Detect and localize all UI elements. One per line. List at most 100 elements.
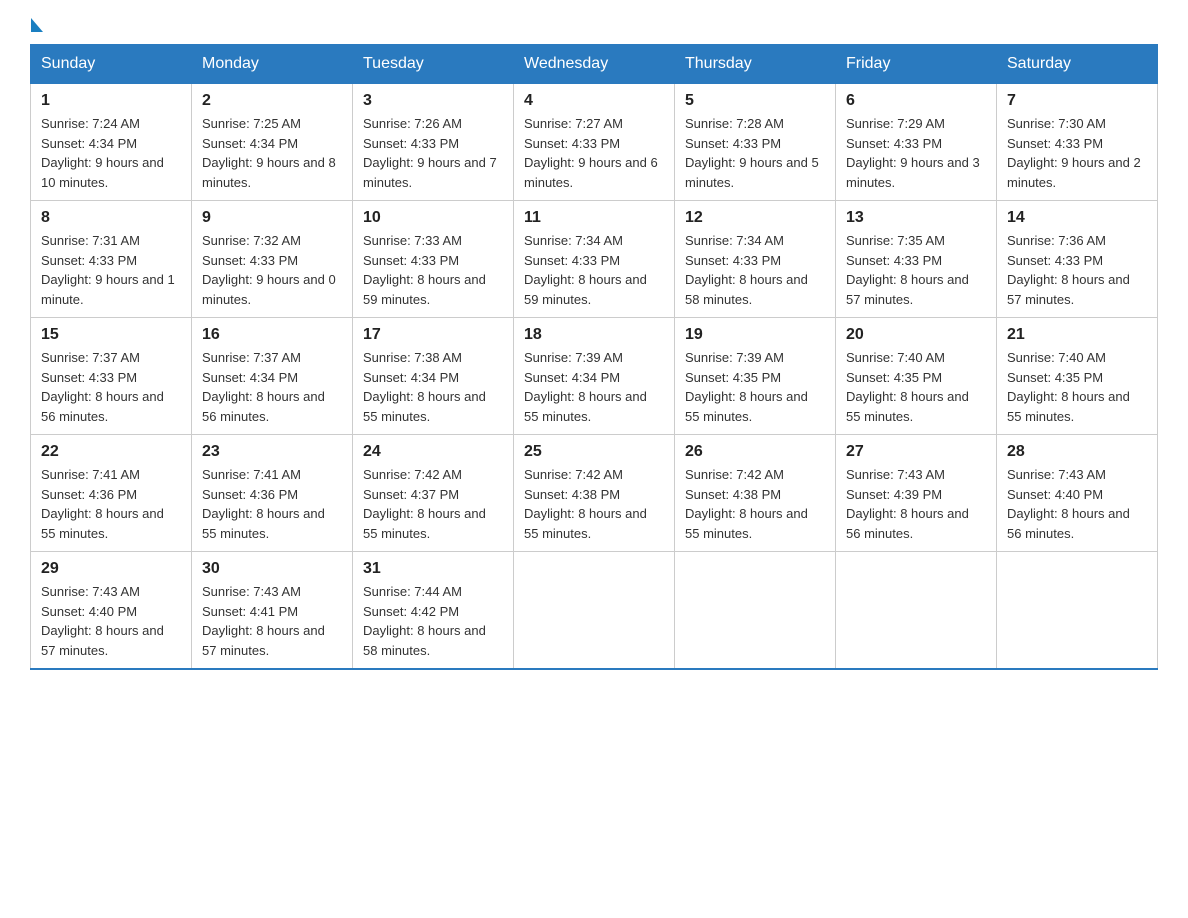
day-info: Sunrise: 7:44 AM Sunset: 4:42 PM Dayligh…: [363, 582, 503, 660]
calendar-cell: 19 Sunrise: 7:39 AM Sunset: 4:35 PM Dayl…: [675, 318, 836, 435]
day-number: 1: [41, 92, 181, 110]
calendar-week-row: 8 Sunrise: 7:31 AM Sunset: 4:33 PM Dayli…: [31, 201, 1158, 318]
column-header-saturday: Saturday: [997, 45, 1158, 84]
calendar-cell: 10 Sunrise: 7:33 AM Sunset: 4:33 PM Dayl…: [353, 201, 514, 318]
page-header: [30, 20, 1158, 34]
day-number: 17: [363, 326, 503, 344]
day-info: Sunrise: 7:24 AM Sunset: 4:34 PM Dayligh…: [41, 114, 181, 192]
calendar-cell: 13 Sunrise: 7:35 AM Sunset: 4:33 PM Dayl…: [836, 201, 997, 318]
day-info: Sunrise: 7:40 AM Sunset: 4:35 PM Dayligh…: [1007, 348, 1147, 426]
day-info: Sunrise: 7:42 AM Sunset: 4:37 PM Dayligh…: [363, 465, 503, 543]
calendar-cell: 16 Sunrise: 7:37 AM Sunset: 4:34 PM Dayl…: [192, 318, 353, 435]
column-header-wednesday: Wednesday: [514, 45, 675, 84]
day-info: Sunrise: 7:27 AM Sunset: 4:33 PM Dayligh…: [524, 114, 664, 192]
day-number: 28: [1007, 443, 1147, 461]
calendar-cell: 11 Sunrise: 7:34 AM Sunset: 4:33 PM Dayl…: [514, 201, 675, 318]
day-number: 25: [524, 443, 664, 461]
calendar-cell: 22 Sunrise: 7:41 AM Sunset: 4:36 PM Dayl…: [31, 435, 192, 552]
calendar-cell: 8 Sunrise: 7:31 AM Sunset: 4:33 PM Dayli…: [31, 201, 192, 318]
calendar-cell: 12 Sunrise: 7:34 AM Sunset: 4:33 PM Dayl…: [675, 201, 836, 318]
calendar-cell: [675, 552, 836, 670]
day-number: 22: [41, 443, 181, 461]
day-number: 20: [846, 326, 986, 344]
calendar-cell: 1 Sunrise: 7:24 AM Sunset: 4:34 PM Dayli…: [31, 84, 192, 201]
day-info: Sunrise: 7:35 AM Sunset: 4:33 PM Dayligh…: [846, 231, 986, 309]
day-info: Sunrise: 7:38 AM Sunset: 4:34 PM Dayligh…: [363, 348, 503, 426]
day-number: 21: [1007, 326, 1147, 344]
calendar-cell: 9 Sunrise: 7:32 AM Sunset: 4:33 PM Dayli…: [192, 201, 353, 318]
day-number: 3: [363, 92, 503, 110]
day-info: Sunrise: 7:37 AM Sunset: 4:34 PM Dayligh…: [202, 348, 342, 426]
calendar-cell: [836, 552, 997, 670]
day-number: 14: [1007, 209, 1147, 227]
day-info: Sunrise: 7:41 AM Sunset: 4:36 PM Dayligh…: [41, 465, 181, 543]
calendar-week-row: 1 Sunrise: 7:24 AM Sunset: 4:34 PM Dayli…: [31, 84, 1158, 201]
day-number: 5: [685, 92, 825, 110]
calendar-cell: [997, 552, 1158, 670]
calendar-cell: 29 Sunrise: 7:43 AM Sunset: 4:40 PM Dayl…: [31, 552, 192, 670]
calendar-cell: [514, 552, 675, 670]
day-number: 19: [685, 326, 825, 344]
day-number: 11: [524, 209, 664, 227]
column-header-friday: Friday: [836, 45, 997, 84]
day-number: 27: [846, 443, 986, 461]
calendar-cell: 30 Sunrise: 7:43 AM Sunset: 4:41 PM Dayl…: [192, 552, 353, 670]
calendar-week-row: 15 Sunrise: 7:37 AM Sunset: 4:33 PM Dayl…: [31, 318, 1158, 435]
day-info: Sunrise: 7:42 AM Sunset: 4:38 PM Dayligh…: [524, 465, 664, 543]
day-number: 31: [363, 560, 503, 578]
calendar-week-row: 22 Sunrise: 7:41 AM Sunset: 4:36 PM Dayl…: [31, 435, 1158, 552]
column-header-sunday: Sunday: [31, 45, 192, 84]
day-number: 29: [41, 560, 181, 578]
calendar-cell: 7 Sunrise: 7:30 AM Sunset: 4:33 PM Dayli…: [997, 84, 1158, 201]
day-info: Sunrise: 7:29 AM Sunset: 4:33 PM Dayligh…: [846, 114, 986, 192]
day-info: Sunrise: 7:37 AM Sunset: 4:33 PM Dayligh…: [41, 348, 181, 426]
day-info: Sunrise: 7:30 AM Sunset: 4:33 PM Dayligh…: [1007, 114, 1147, 192]
calendar-cell: 6 Sunrise: 7:29 AM Sunset: 4:33 PM Dayli…: [836, 84, 997, 201]
calendar-cell: 14 Sunrise: 7:36 AM Sunset: 4:33 PM Dayl…: [997, 201, 1158, 318]
day-info: Sunrise: 7:26 AM Sunset: 4:33 PM Dayligh…: [363, 114, 503, 192]
day-number: 13: [846, 209, 986, 227]
calendar-cell: 27 Sunrise: 7:43 AM Sunset: 4:39 PM Dayl…: [836, 435, 997, 552]
day-info: Sunrise: 7:43 AM Sunset: 4:40 PM Dayligh…: [41, 582, 181, 660]
calendar-cell: 25 Sunrise: 7:42 AM Sunset: 4:38 PM Dayl…: [514, 435, 675, 552]
calendar-cell: 31 Sunrise: 7:44 AM Sunset: 4:42 PM Dayl…: [353, 552, 514, 670]
calendar-cell: 23 Sunrise: 7:41 AM Sunset: 4:36 PM Dayl…: [192, 435, 353, 552]
day-info: Sunrise: 7:39 AM Sunset: 4:34 PM Dayligh…: [524, 348, 664, 426]
day-info: Sunrise: 7:34 AM Sunset: 4:33 PM Dayligh…: [524, 231, 664, 309]
day-number: 15: [41, 326, 181, 344]
day-number: 9: [202, 209, 342, 227]
calendar-cell: 28 Sunrise: 7:43 AM Sunset: 4:40 PM Dayl…: [997, 435, 1158, 552]
calendar-cell: 15 Sunrise: 7:37 AM Sunset: 4:33 PM Dayl…: [31, 318, 192, 435]
calendar-cell: 24 Sunrise: 7:42 AM Sunset: 4:37 PM Dayl…: [353, 435, 514, 552]
day-number: 6: [846, 92, 986, 110]
day-info: Sunrise: 7:34 AM Sunset: 4:33 PM Dayligh…: [685, 231, 825, 309]
calendar-week-row: 29 Sunrise: 7:43 AM Sunset: 4:40 PM Dayl…: [31, 552, 1158, 670]
logo: [30, 20, 43, 34]
day-info: Sunrise: 7:36 AM Sunset: 4:33 PM Dayligh…: [1007, 231, 1147, 309]
day-number: 18: [524, 326, 664, 344]
day-number: 30: [202, 560, 342, 578]
day-info: Sunrise: 7:39 AM Sunset: 4:35 PM Dayligh…: [685, 348, 825, 426]
day-info: Sunrise: 7:25 AM Sunset: 4:34 PM Dayligh…: [202, 114, 342, 192]
day-info: Sunrise: 7:40 AM Sunset: 4:35 PM Dayligh…: [846, 348, 986, 426]
calendar-table: SundayMondayTuesdayWednesdayThursdayFrid…: [30, 44, 1158, 670]
day-number: 23: [202, 443, 342, 461]
day-info: Sunrise: 7:41 AM Sunset: 4:36 PM Dayligh…: [202, 465, 342, 543]
calendar-cell: 21 Sunrise: 7:40 AM Sunset: 4:35 PM Dayl…: [997, 318, 1158, 435]
day-info: Sunrise: 7:43 AM Sunset: 4:39 PM Dayligh…: [846, 465, 986, 543]
calendar-cell: 18 Sunrise: 7:39 AM Sunset: 4:34 PM Dayl…: [514, 318, 675, 435]
calendar-cell: 17 Sunrise: 7:38 AM Sunset: 4:34 PM Dayl…: [353, 318, 514, 435]
calendar-cell: 3 Sunrise: 7:26 AM Sunset: 4:33 PM Dayli…: [353, 84, 514, 201]
day-number: 10: [363, 209, 503, 227]
day-number: 4: [524, 92, 664, 110]
day-number: 7: [1007, 92, 1147, 110]
day-number: 12: [685, 209, 825, 227]
column-header-thursday: Thursday: [675, 45, 836, 84]
day-info: Sunrise: 7:43 AM Sunset: 4:41 PM Dayligh…: [202, 582, 342, 660]
calendar-cell: 2 Sunrise: 7:25 AM Sunset: 4:34 PM Dayli…: [192, 84, 353, 201]
calendar-cell: 20 Sunrise: 7:40 AM Sunset: 4:35 PM Dayl…: [836, 318, 997, 435]
day-info: Sunrise: 7:28 AM Sunset: 4:33 PM Dayligh…: [685, 114, 825, 192]
calendar-cell: 5 Sunrise: 7:28 AM Sunset: 4:33 PM Dayli…: [675, 84, 836, 201]
calendar-cell: 26 Sunrise: 7:42 AM Sunset: 4:38 PM Dayl…: [675, 435, 836, 552]
logo-triangle-icon: [31, 18, 43, 32]
